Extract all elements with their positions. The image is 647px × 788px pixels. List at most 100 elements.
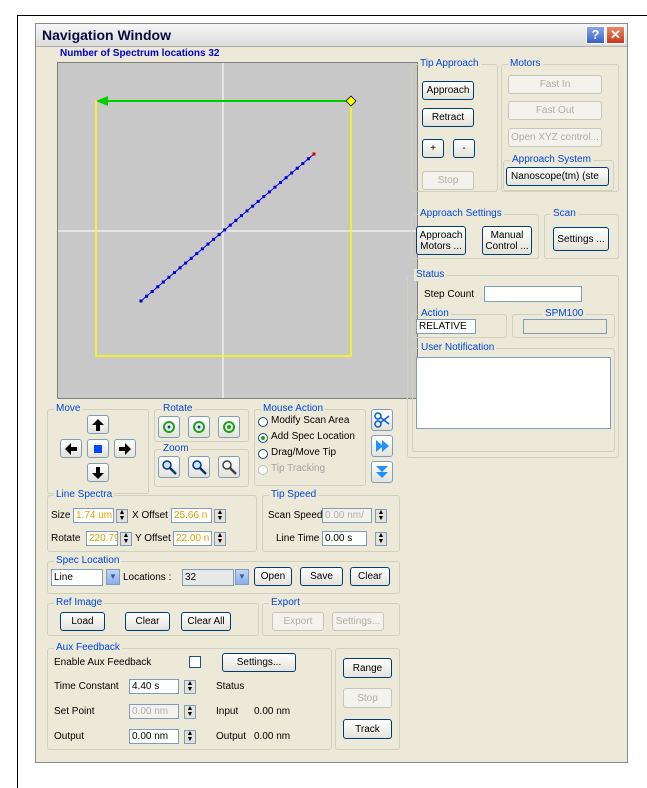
spec-type-dropdown-icon[interactable]: ▼	[106, 569, 120, 585]
mouse-action-title: Mouse Action	[261, 403, 326, 415]
approach-system-title: Approach System	[510, 154, 593, 166]
status-title: Status	[414, 269, 447, 281]
arrow-right-icon	[119, 442, 131, 455]
radio-drag-move-tip[interactable]	[258, 449, 268, 459]
scan-settings-button[interactable]: Settings ...	[553, 227, 609, 251]
ref-load-button[interactable]: Load	[60, 612, 105, 631]
tip-approach-title: Tip Approach	[418, 58, 481, 70]
scan-area-svg	[58, 63, 417, 398]
scan-speed-field[interactable]: 0.00 nm/	[322, 508, 372, 523]
approach-system-select[interactable]: Nanoscope(tm) (ste	[506, 167, 609, 186]
open-xyz-control-button[interactable]: Open XYZ control...	[508, 128, 602, 147]
radio-tip-tracking[interactable]	[258, 465, 268, 475]
expand-down-button[interactable]	[371, 461, 393, 483]
spec-location-point	[206, 242, 210, 246]
zoom-reset-button[interactable]	[218, 456, 240, 478]
step-plus-button[interactable]: +	[422, 139, 444, 158]
size-spinner[interactable]: ▲ ▼	[116, 509, 128, 523]
drag-move-tip-label: Drag/Move Tip	[271, 447, 337, 458]
radio-add-spec-location[interactable]	[258, 433, 268, 443]
spec-clear-button[interactable]: Clear	[350, 567, 390, 586]
move-center-button[interactable]	[87, 439, 109, 458]
x-offset-field[interactable]: 25.66 n	[171, 508, 212, 523]
locations-select[interactable]: 32	[182, 569, 234, 586]
set-point-spinner[interactable]: ▲ ▼	[184, 705, 196, 719]
fast-in-button[interactable]: Fast In	[508, 75, 602, 94]
spec-location-point	[172, 271, 176, 275]
approach-motors-button[interactable]: Approach Motors ...	[416, 226, 466, 255]
window-title: Navigation Window	[42, 27, 171, 43]
spec-type-select[interactable]: Line	[51, 569, 103, 586]
size-field[interactable]: 1.74 um	[73, 508, 114, 523]
close-button[interactable]: ✕	[606, 26, 625, 44]
rotate-label: Rotate	[51, 533, 81, 544]
aux-settings-button[interactable]: Settings...	[222, 653, 296, 672]
move-down-button[interactable]	[87, 463, 109, 482]
step-minus-button[interactable]: -	[453, 139, 475, 158]
frame-left-line	[17, 15, 18, 788]
move-right-button[interactable]	[114, 439, 136, 458]
approach-button[interactable]: Approach	[422, 81, 474, 100]
spectrum-tool-button[interactable]	[371, 409, 393, 431]
track-button[interactable]: Track	[343, 719, 392, 739]
rotate-reset-button[interactable]	[218, 416, 240, 438]
tip-speed-title: Tip Speed	[269, 489, 319, 501]
help-button[interactable]: ?	[586, 26, 605, 44]
rotate-spinner[interactable]: ▲ ▼	[120, 532, 132, 546]
arrow-down-icon	[92, 466, 104, 479]
radio-modify-scan-area[interactable]	[258, 417, 268, 427]
ref-clear-all-button[interactable]: Clear All	[181, 612, 231, 631]
spec-location-point	[189, 256, 193, 260]
manual-control-button[interactable]: Manual Control ...	[482, 226, 532, 255]
fast-forward-button[interactable]	[371, 435, 393, 457]
x-offset-spinner[interactable]: ▲ ▼	[214, 509, 226, 523]
track-stop-button[interactable]: Stop	[343, 688, 392, 708]
scan-area-canvas[interactable]	[57, 62, 418, 399]
move-title: Move	[54, 403, 83, 415]
action-field: RELATIVE	[416, 319, 476, 334]
y-offset-field[interactable]: 22.00 n	[173, 531, 212, 546]
spec-location-point	[212, 237, 216, 241]
spec-save-button[interactable]: Save	[300, 567, 343, 586]
arrow-left-icon	[65, 442, 77, 455]
export-button[interactable]: Export	[272, 612, 324, 631]
spec-location-point	[256, 199, 260, 203]
scissors-icon	[374, 412, 390, 428]
set-point-field[interactable]: 0.00 nm	[129, 704, 179, 719]
spec-open-button[interactable]: Open	[254, 567, 292, 586]
line-time-spinner[interactable]: ▲ ▼	[375, 532, 387, 546]
y-offset-spinner[interactable]: ▲ ▼	[214, 532, 226, 546]
output-spinner[interactable]: ▲ ▼	[184, 730, 196, 744]
rotate-cw-button[interactable]	[188, 416, 210, 438]
time-constant-field[interactable]: 4.40 s	[129, 679, 179, 694]
zoom-out-button[interactable]	[188, 456, 210, 478]
move-left-button[interactable]	[60, 439, 82, 458]
output-label: Output	[54, 731, 85, 742]
center-square-icon	[94, 444, 102, 453]
rotate-field[interactable]: 220.79	[86, 531, 118, 546]
rotate-title: Rotate	[161, 403, 195, 415]
locations-dropdown-icon[interactable]: ▼	[235, 569, 249, 585]
spec-location-point	[161, 280, 165, 284]
output2-value: 0.00 nm	[254, 731, 291, 742]
spec-location-point	[178, 266, 182, 270]
rotate-cw-icon	[193, 421, 205, 433]
ref-clear-button[interactable]: Clear	[125, 612, 170, 631]
zoom-in-button[interactable]	[158, 456, 180, 478]
add-spec-location-label: Add Spec Location	[271, 431, 355, 442]
enable-aux-feedback-checkbox[interactable]	[189, 656, 201, 668]
approach-stop-button[interactable]: Stop	[422, 171, 474, 190]
rotate-ccw-button[interactable]	[158, 416, 180, 438]
line-time-field[interactable]: 0.00 s	[322, 531, 367, 546]
export-settings-button[interactable]: Settings...	[332, 612, 384, 631]
scan-speed-spinner[interactable]: ▲ ▼	[375, 509, 387, 523]
output-field[interactable]: 0.00 nm	[129, 729, 179, 744]
retract-button[interactable]: Retract	[422, 108, 474, 127]
range-button[interactable]: Range	[343, 658, 392, 678]
scan-corner-handle	[345, 95, 357, 107]
approach-settings-title: Approach Settings	[418, 208, 504, 220]
time-constant-spinner[interactable]: ▲ ▼	[184, 680, 196, 694]
move-up-button[interactable]	[87, 415, 109, 434]
fast-out-button[interactable]: Fast Out	[508, 101, 602, 120]
spec-line	[140, 153, 315, 302]
